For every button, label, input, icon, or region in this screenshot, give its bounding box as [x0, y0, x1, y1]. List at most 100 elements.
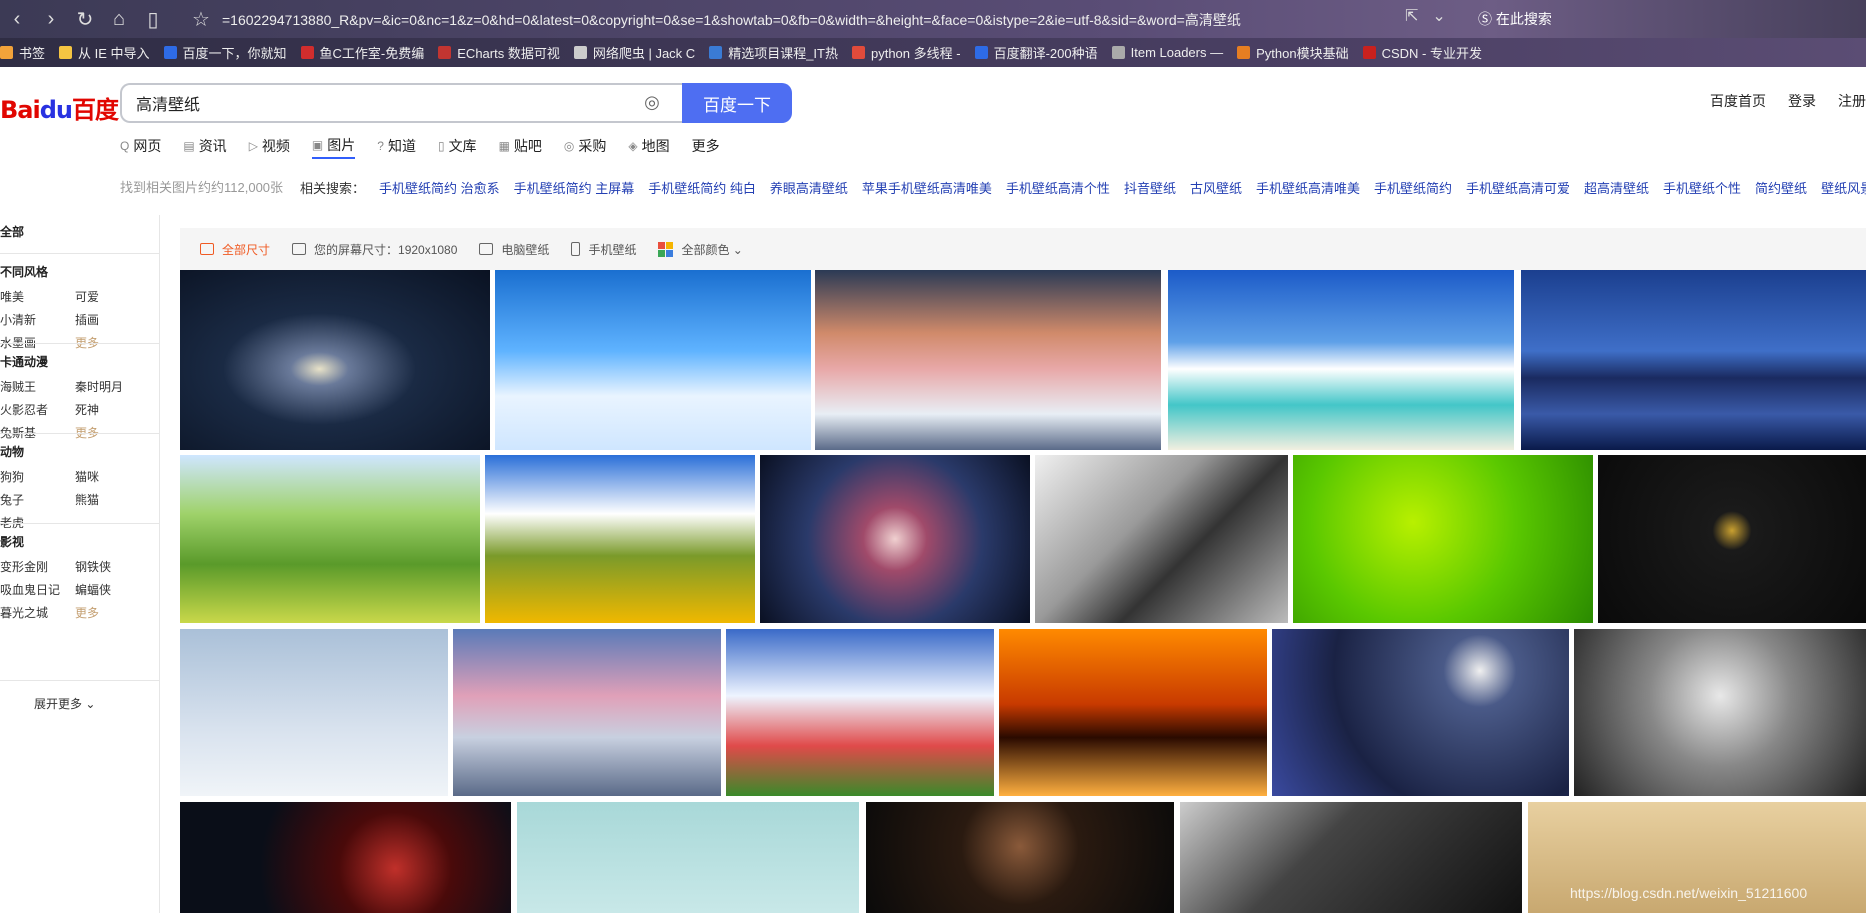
green-hills-image[interactable]: [180, 455, 480, 623]
mountain-clouds-image[interactable]: [815, 270, 1161, 450]
related-link[interactable]: 手机壁纸高清唯美: [1256, 178, 1360, 197]
sidebar-item[interactable]: 更多: [75, 604, 150, 621]
sidebar-item[interactable]: 钢铁侠: [75, 558, 150, 575]
filter-all-sizes[interactable]: 全部尺寸: [200, 241, 270, 258]
related-link[interactable]: 苹果手机壁纸高清唯美: [862, 178, 992, 197]
tab-9[interactable]: 更多: [692, 133, 720, 159]
tab-1[interactable]: ▤ 资讯: [183, 133, 226, 159]
top-link[interactable]: 注册: [1838, 91, 1866, 111]
baidu-logo[interactable]: Baidu百度: [0, 90, 119, 125]
beach-image[interactable]: [1168, 270, 1514, 450]
related-link[interactable]: 壁纸风景壁纸: [1821, 178, 1866, 197]
tab-4[interactable]: ? 知道: [377, 133, 416, 159]
rocket-logo-image[interactable]: [1598, 455, 1866, 623]
tulips-image[interactable]: [726, 629, 994, 796]
search-button[interactable]: 百度一下: [682, 83, 792, 123]
tab-5[interactable]: ▯ 文库: [438, 133, 477, 159]
water-drops-image[interactable]: [1293, 455, 1593, 623]
related-link[interactable]: 手机壁纸简约 治愈系: [379, 178, 500, 197]
tab-2[interactable]: ▷ 视频: [249, 133, 290, 159]
bookmark-item[interactable]: 网络爬虫 | Jack C: [573, 43, 695, 62]
bookmark-item[interactable]: python 多线程 -: [851, 43, 961, 62]
sidebar-item[interactable]: 兔子: [0, 491, 75, 508]
filter-screen-size[interactable]: 您的屏幕尺寸：1920x1080: [292, 241, 457, 258]
bridge-image[interactable]: [453, 629, 721, 796]
tab-6[interactable]: ▦ 贴吧: [499, 133, 542, 159]
city-lanterns-image[interactable]: [1272, 629, 1569, 796]
bookmark-item[interactable]: 百度翻译-200种语: [974, 43, 1098, 62]
sidebar-item[interactable]: 猫咪: [75, 468, 150, 485]
basketball-player-image[interactable]: [866, 802, 1174, 913]
reader-icon[interactable]: ▯: [136, 0, 170, 38]
filter-mobile-wallpaper[interactable]: 手机壁纸: [571, 241, 636, 258]
sidebar-item[interactable]: 狗狗: [0, 468, 75, 485]
camera-icon[interactable]: ◎: [640, 90, 664, 114]
flower-branch-image[interactable]: [1574, 629, 1866, 796]
iron-man-image[interactable]: [180, 802, 511, 913]
sidebar-item[interactable]: 暮光之城: [0, 604, 75, 621]
bookmark-item[interactable]: 书签: [0, 43, 45, 62]
sidebar-item[interactable]: 变形金刚: [0, 558, 75, 575]
related-link[interactable]: 手机壁纸简约: [1374, 178, 1452, 197]
sidebar-item[interactable]: 海贼王: [0, 378, 75, 395]
bookmark-item[interactable]: 精选项目课程_IT热: [709, 43, 838, 62]
lake-night-image[interactable]: [1521, 270, 1866, 450]
related-link[interactable]: 超高清壁纸: [1584, 178, 1649, 197]
related-link[interactable]: 手机壁纸个性: [1663, 178, 1741, 197]
related-link[interactable]: 养眼高清壁纸: [770, 178, 848, 197]
sidebar-item[interactable]: 小清新: [0, 311, 75, 328]
forward-icon[interactable]: ›: [34, 0, 68, 38]
sidebar-item[interactable]: 吸血鬼日记: [0, 581, 75, 598]
tab-3[interactable]: ▣ 图片: [311, 133, 356, 159]
filter-pc-wallpaper[interactable]: 电脑壁纸: [479, 241, 549, 258]
tab-7[interactable]: ◎ 采购: [564, 133, 606, 159]
sidebar-item[interactable]: 蝙蝠侠: [75, 581, 150, 598]
sidebar-item[interactable]: 唯美: [0, 288, 75, 305]
snowy-owl-image[interactable]: [180, 629, 448, 796]
sidebar-all[interactable]: 全部: [0, 223, 24, 240]
galaxy-image[interactable]: [180, 270, 490, 450]
tab-8[interactable]: ◈ 地图: [628, 133, 669, 159]
bookmark-item[interactable]: 百度一下，你就知: [163, 43, 287, 62]
bookmark-item[interactable]: CSDN - 专业开发: [1362, 43, 1482, 62]
search-input[interactable]: 高清壁纸: [120, 83, 682, 123]
related-link[interactable]: 手机壁纸高清个性: [1006, 178, 1110, 197]
home-icon[interactable]: ⌂: [102, 0, 136, 38]
reload-icon[interactable]: ↻: [68, 0, 102, 38]
sunflower-image[interactable]: [485, 455, 755, 623]
sidebar-item[interactable]: 秦时明月: [75, 378, 150, 395]
related-link[interactable]: 手机壁纸简约 纯白: [648, 178, 756, 197]
related-link[interactable]: 抖音壁纸: [1124, 178, 1176, 197]
bookmark-item[interactable]: 鱼C工作室-免费编: [300, 43, 424, 62]
top-link[interactable]: 登录: [1788, 91, 1816, 111]
related-link[interactable]: 简约壁纸: [1755, 178, 1807, 197]
browser-search[interactable]: Ⓢ 在此搜索: [1478, 9, 1552, 29]
sidebar-item[interactable]: 可爱: [75, 288, 150, 305]
sidebar-item[interactable]: 插画: [75, 311, 150, 328]
bookmark-item[interactable]: 从 IE 中导入: [59, 43, 150, 62]
expand-more-button[interactable]: 展开更多 ⌄: [34, 695, 95, 712]
star-icon[interactable]: ☆: [184, 0, 218, 38]
sports-car-image[interactable]: [1035, 455, 1288, 623]
sidebar-item[interactable]: 死神: [75, 401, 150, 418]
share-icon[interactable]: ⇱: [1405, 6, 1418, 26]
bookmark-item[interactable]: ECharts 数据可视: [438, 43, 560, 62]
bookmark-item[interactable]: Item Loaders —: [1111, 45, 1223, 60]
airplane-sunset-image[interactable]: [999, 629, 1267, 796]
related-link[interactable]: 手机壁纸简约 主屏幕: [514, 178, 635, 197]
related-link[interactable]: 手机壁纸高清可爱: [1466, 178, 1570, 197]
bookmark-item[interactable]: Python模块基础: [1237, 43, 1349, 62]
filter-all-colors[interactable]: 全部颜色 ⌄: [658, 241, 743, 258]
top-link[interactable]: 百度首页: [1710, 91, 1766, 111]
address-bar[interactable]: =1602294713880_R&pv=&ic=0&nc=1&z=0&hd=0&…: [222, 10, 1372, 30]
underwater-image[interactable]: [495, 270, 811, 450]
tab-0[interactable]: Q 网页: [120, 133, 161, 159]
spiral-galaxy-image[interactable]: [760, 455, 1030, 623]
sidebar-item[interactable]: 熊猫: [75, 491, 150, 508]
back-icon[interactable]: ‹: [0, 0, 34, 38]
dropdown-icon[interactable]: ⌄: [1432, 6, 1445, 26]
movie-poster-image[interactable]: [1180, 802, 1522, 913]
related-link[interactable]: 古风壁纸: [1190, 178, 1242, 197]
sidebar-item[interactable]: 火影忍者: [0, 401, 75, 418]
winter-scene-image[interactable]: [517, 802, 859, 913]
